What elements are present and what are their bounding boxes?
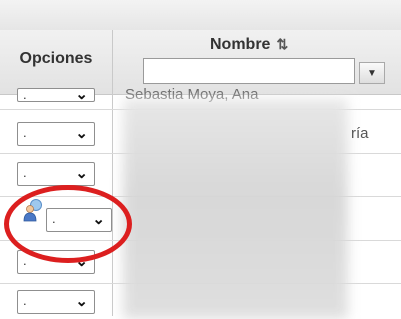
name-cell: ría — [351, 125, 369, 142]
chevron-down-icon: ⌄ — [75, 86, 88, 103]
options-select-value: . — [23, 125, 27, 140]
options-select[interactable]: . ⌄ — [17, 86, 95, 103]
options-select[interactable]: . ⌄ — [17, 290, 95, 314]
chevron-down-icon: ⌄ — [75, 125, 88, 142]
options-select-value: . — [23, 165, 27, 180]
filter-dropdown-button[interactable]: ▼ — [359, 62, 385, 84]
sort-icon[interactable]: ⇅ — [276, 36, 288, 52]
chevron-down-icon: ▼ — [367, 67, 377, 79]
nombre-header-label: Nombre — [210, 36, 271, 53]
opciones-column-header: Opciones — [19, 50, 93, 67]
chevron-down-icon: ⌄ — [75, 165, 88, 182]
options-select-value: . — [23, 293, 27, 308]
options-select-value: . — [23, 253, 27, 268]
top-toolbar — [0, 0, 401, 31]
column-divider — [112, 30, 113, 316]
nombre-column-header[interactable]: Nombre ⇅ — [210, 36, 288, 54]
chevron-down-icon: ⌄ — [75, 293, 88, 310]
redacted-area — [123, 99, 348, 319]
options-select-value: . — [23, 87, 27, 102]
options-select[interactable]: . ⌄ — [17, 122, 95, 146]
highlight-circle — [4, 185, 132, 263]
nombre-filter-input[interactable] — [143, 58, 355, 84]
options-select[interactable]: . ⌄ — [17, 162, 95, 186]
